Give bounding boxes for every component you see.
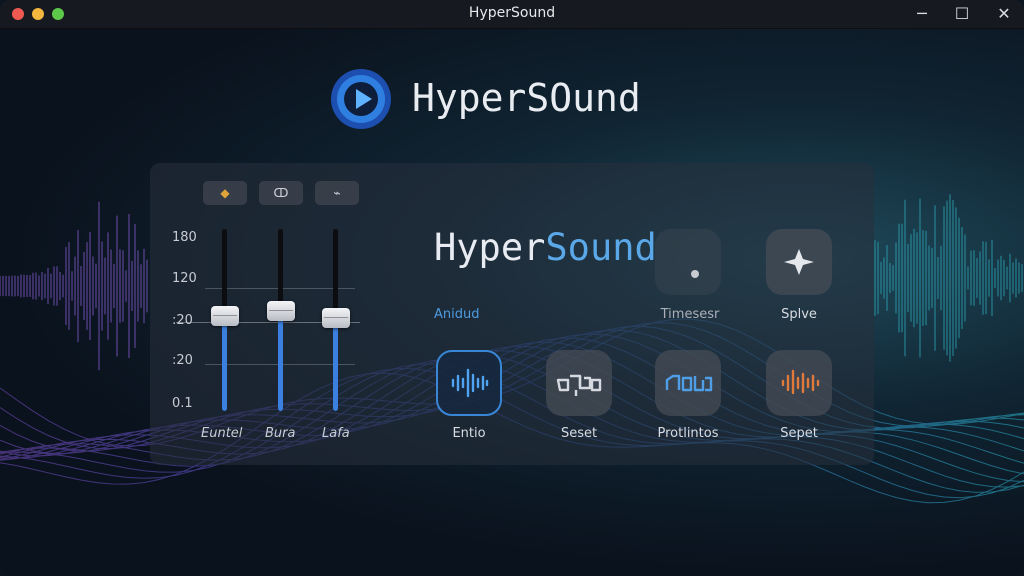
app-window: HyperSound ─ ☐ ✕ HyperSOund ◆ ↀ ⌁ 180 12… <box>0 0 1024 576</box>
equalizer-icon <box>781 369 820 395</box>
channel-label: Bura <box>265 426 296 441</box>
level-label: 0.1 <box>172 396 193 411</box>
diamond-icon[interactable]: ◆ <box>203 181 247 205</box>
tile-label: Protlintos <box>657 426 719 441</box>
fader-fill <box>222 316 227 411</box>
splve-tile[interactable] <box>766 229 832 295</box>
panel-title: HyperSound <box>434 226 657 269</box>
brand-name: HyperSOund <box>412 76 641 120</box>
channel-label: Euntel <box>201 426 243 441</box>
window-title: HyperSound <box>468 5 556 21</box>
sparkle-icon <box>784 249 814 275</box>
level-label: :20 <box>172 313 193 328</box>
tile-label: Timesesr <box>660 307 720 322</box>
tile-label: Splve <box>781 307 817 322</box>
protlintos-tile[interactable] <box>655 350 721 416</box>
channel-label: Lafa <box>322 426 350 441</box>
tile-label: Seset <box>560 426 598 441</box>
fader-knob[interactable] <box>322 308 350 328</box>
level-label: :20 <box>172 353 193 368</box>
minimize-icon[interactable]: ─ <box>912 4 932 24</box>
fader-knob[interactable] <box>211 306 239 326</box>
play-logo-icon <box>331 69 391 129</box>
entio-tile[interactable] <box>436 350 502 416</box>
close-icon[interactable]: ✕ <box>994 4 1014 24</box>
timesesr-tile[interactable] <box>655 229 721 295</box>
wave-small-icon[interactable]: ⌁ <box>315 181 359 205</box>
section-label: Anidud <box>434 307 480 322</box>
music-note-icon <box>691 270 699 278</box>
maximize-icon[interactable]: ☐ <box>952 4 972 24</box>
loop-icon[interactable]: ↀ <box>259 181 303 205</box>
title-bar: HyperSound ─ ☐ ✕ <box>0 0 1024 29</box>
tile-label: Entio <box>452 426 486 441</box>
fader-fill <box>333 318 338 411</box>
chain-icon <box>665 374 713 392</box>
level-label: 120 <box>172 271 197 286</box>
link-icon <box>556 374 602 396</box>
sepet-tile[interactable] <box>766 350 832 416</box>
seset-tile[interactable] <box>546 350 612 416</box>
fader-knob[interactable] <box>267 301 295 321</box>
tile-label: Sepet <box>780 426 818 441</box>
fader-fill <box>278 311 283 411</box>
level-label: 180 <box>172 230 197 245</box>
waveform-icon <box>451 368 489 398</box>
